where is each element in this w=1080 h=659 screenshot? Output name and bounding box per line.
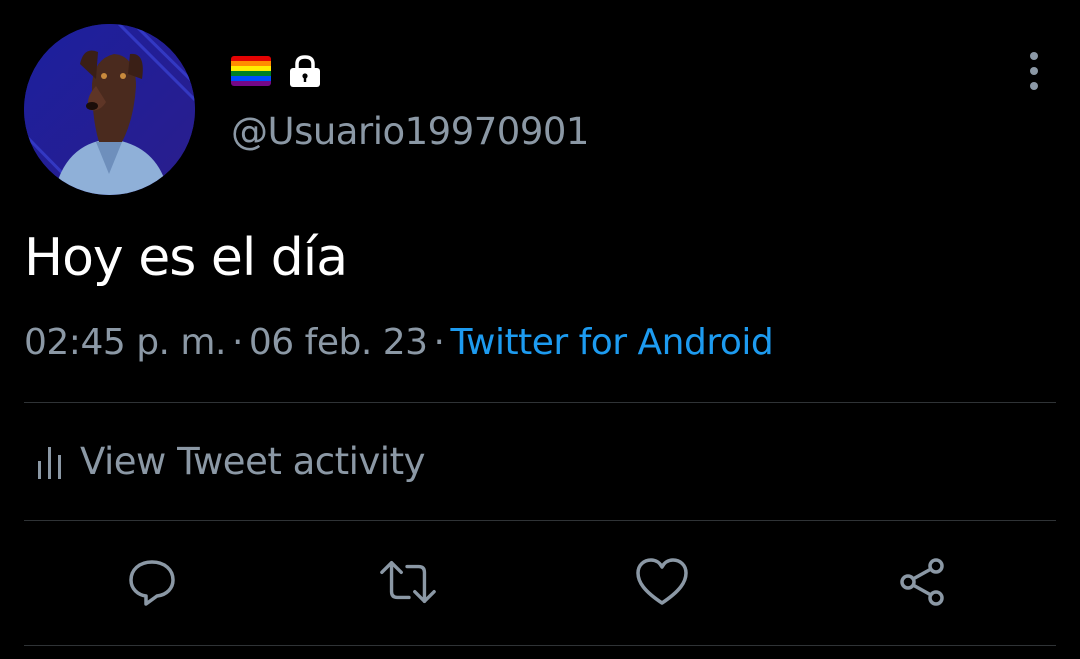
tweet-detail: @Usuario19970901 Hoy es el día 02:45 p. …	[0, 0, 1080, 659]
lock-icon	[287, 53, 323, 89]
like-button[interactable]	[632, 552, 692, 612]
divider	[24, 402, 1056, 403]
view-tweet-activity-button[interactable]: View Tweet activity	[36, 440, 425, 483]
tweet-time[interactable]: 02:45 p. m.	[24, 322, 226, 363]
retweet-button[interactable]	[378, 552, 438, 612]
more-vertical-icon-dot	[1030, 52, 1038, 60]
tweet-metadata: 02:45 p. m. · 06 feb. 23 · Twitter for Andro…	[24, 322, 774, 363]
reply-button[interactable]	[122, 552, 182, 612]
tweet-source-link[interactable]: Twitter for Android	[450, 322, 773, 363]
tweet-actions-bar	[0, 552, 1080, 612]
meta-separator: ·	[433, 322, 445, 363]
avatar-image	[24, 24, 195, 195]
heart-icon	[636, 558, 688, 605]
more-vertical-icon-dot	[1030, 82, 1038, 90]
tweet-date[interactable]: 06 feb. 23	[249, 322, 428, 363]
divider	[24, 645, 1056, 646]
share-button[interactable]	[892, 552, 952, 612]
avatar[interactable]	[24, 24, 195, 195]
view-tweet-activity-label: View Tweet activity	[80, 440, 425, 483]
rainbow-flag-icon	[231, 56, 271, 86]
user-handle[interactable]: @Usuario19970901	[231, 110, 589, 153]
bar-chart-icon	[38, 446, 61, 479]
tweet-text: Hoy es el día	[24, 228, 348, 288]
flag-stripe	[231, 81, 271, 86]
share-icon	[900, 558, 944, 606]
divider	[24, 520, 1056, 521]
retweet-icon	[380, 560, 436, 604]
more-options-button[interactable]	[1020, 50, 1048, 92]
more-vertical-icon-dot	[1030, 67, 1038, 75]
reply-icon	[129, 560, 175, 606]
meta-separator: ·	[231, 322, 243, 363]
display-name-row	[231, 52, 323, 90]
